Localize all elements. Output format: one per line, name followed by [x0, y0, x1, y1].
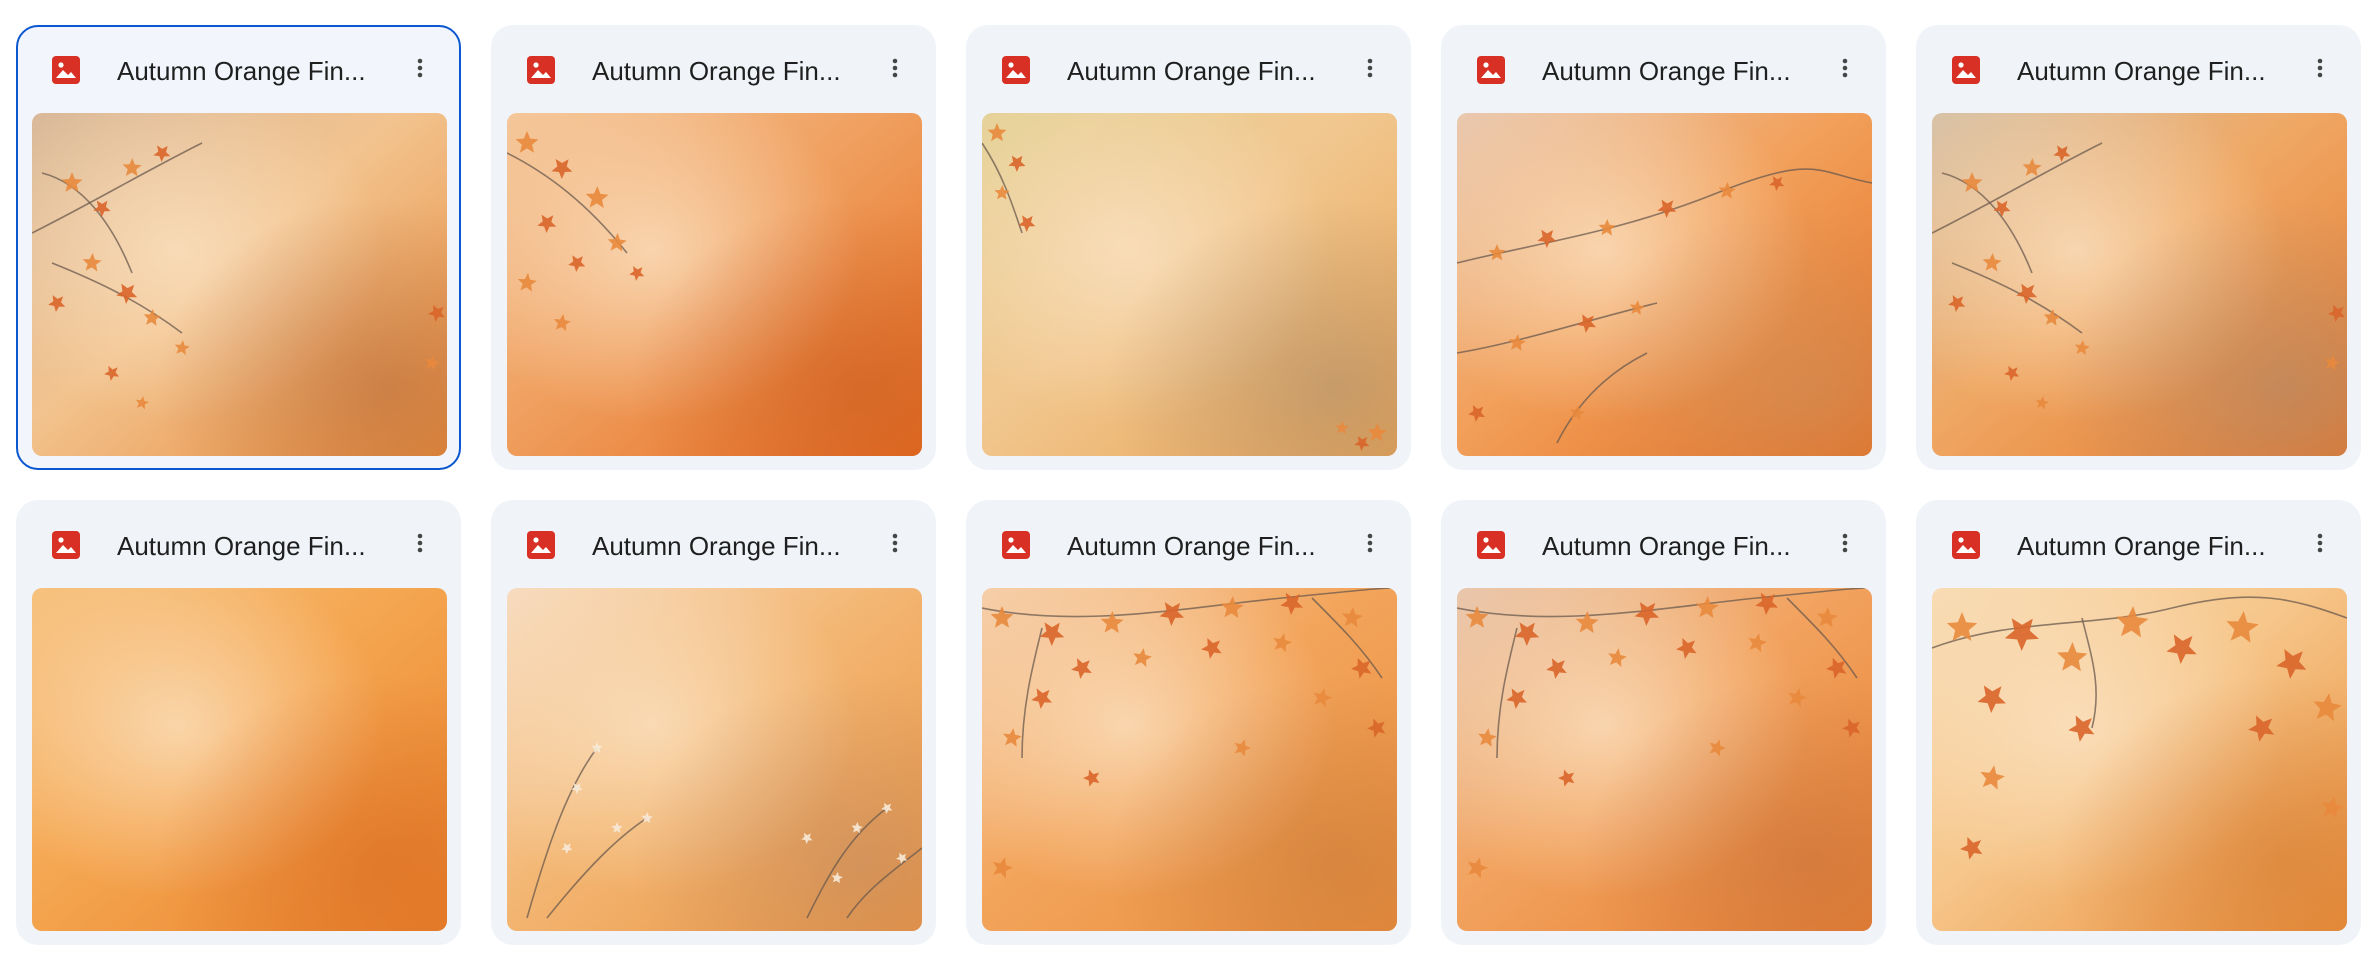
- more-vert-icon: [408, 56, 432, 85]
- more-vert-icon: [1358, 531, 1382, 560]
- more-actions-button[interactable]: [1822, 522, 1868, 568]
- file-thumbnail[interactable]: [507, 588, 922, 931]
- file-thumbnail[interactable]: [507, 113, 922, 456]
- file-thumbnail[interactable]: [1932, 113, 2347, 456]
- file-card[interactable]: Autumn Orange Fin...: [491, 500, 936, 945]
- file-card[interactable]: Autumn Orange Fin...: [1441, 25, 1886, 470]
- thumbnail-artwork: [1457, 113, 1872, 456]
- file-card[interactable]: Autumn Orange Fin...: [966, 500, 1411, 945]
- file-card-header: Autumn Orange Fin...: [18, 27, 459, 113]
- more-actions-button[interactable]: [872, 522, 918, 568]
- file-name[interactable]: Autumn Orange Fin...: [117, 55, 387, 87]
- file-card[interactable]: Autumn Orange Fin...: [16, 25, 461, 470]
- thumbnail-artwork: [32, 588, 447, 931]
- image-file-icon: [1001, 530, 1031, 560]
- more-vert-icon: [2308, 56, 2332, 85]
- thumbnail-artwork: [1932, 588, 2347, 931]
- file-thumbnail[interactable]: [982, 588, 1397, 931]
- more-actions-button[interactable]: [2297, 522, 2343, 568]
- more-vert-icon: [2308, 531, 2332, 560]
- file-card[interactable]: Autumn Orange Fin...: [1916, 500, 2361, 945]
- file-thumbnail[interactable]: [1932, 588, 2347, 931]
- thumbnail-artwork: [1932, 113, 2347, 456]
- file-card-header: Autumn Orange Fin...: [1443, 502, 1884, 588]
- thumbnail-artwork: [982, 113, 1397, 456]
- image-file-icon: [1951, 530, 1981, 560]
- thumbnail-artwork: [507, 113, 922, 456]
- file-card-header: Autumn Orange Fin...: [1443, 27, 1884, 113]
- image-file-icon: [1951, 55, 1981, 85]
- image-file-icon: [526, 530, 556, 560]
- file-card-header: Autumn Orange Fin...: [18, 502, 459, 588]
- more-actions-button[interactable]: [397, 47, 443, 93]
- file-card[interactable]: Autumn Orange Fin...: [491, 25, 936, 470]
- more-actions-button[interactable]: [1822, 47, 1868, 93]
- file-name[interactable]: Autumn Orange Fin...: [592, 55, 862, 87]
- file-thumbnail[interactable]: [32, 588, 447, 931]
- file-name[interactable]: Autumn Orange Fin...: [1542, 55, 1812, 87]
- image-file-icon: [51, 55, 81, 85]
- file-card-header: Autumn Orange Fin...: [1918, 27, 2359, 113]
- image-file-icon: [51, 530, 81, 560]
- file-name[interactable]: Autumn Orange Fin...: [1067, 55, 1337, 87]
- more-vert-icon: [883, 531, 907, 560]
- file-name[interactable]: Autumn Orange Fin...: [592, 530, 862, 562]
- image-file-icon: [1476, 530, 1506, 560]
- image-file-icon: [526, 55, 556, 85]
- file-card-header: Autumn Orange Fin...: [968, 502, 1409, 588]
- more-vert-icon: [1833, 56, 1857, 85]
- more-vert-icon: [883, 56, 907, 85]
- file-card-header: Autumn Orange Fin...: [493, 27, 934, 113]
- file-thumbnail[interactable]: [1457, 113, 1872, 456]
- file-grid: Autumn Orange Fin... Autumn Orange Fin...…: [16, 25, 2361, 945]
- file-name[interactable]: Autumn Orange Fin...: [1067, 530, 1337, 562]
- thumbnail-artwork: [507, 588, 922, 931]
- file-card[interactable]: Autumn Orange Fin...: [966, 25, 1411, 470]
- file-card-header: Autumn Orange Fin...: [1918, 502, 2359, 588]
- file-card[interactable]: Autumn Orange Fin...: [1441, 500, 1886, 945]
- file-card-header: Autumn Orange Fin...: [493, 502, 934, 588]
- thumbnail-artwork: [1457, 588, 1872, 931]
- file-name[interactable]: Autumn Orange Fin...: [2017, 530, 2287, 562]
- file-card-header: Autumn Orange Fin...: [968, 27, 1409, 113]
- file-card[interactable]: Autumn Orange Fin...: [16, 500, 461, 945]
- more-actions-button[interactable]: [1347, 47, 1393, 93]
- file-card[interactable]: Autumn Orange Fin...: [1916, 25, 2361, 470]
- more-actions-button[interactable]: [397, 522, 443, 568]
- more-actions-button[interactable]: [2297, 47, 2343, 93]
- thumbnail-artwork: [32, 113, 447, 456]
- more-vert-icon: [1358, 56, 1382, 85]
- thumbnail-artwork: [982, 588, 1397, 931]
- file-name[interactable]: Autumn Orange Fin...: [1542, 530, 1812, 562]
- more-actions-button[interactable]: [872, 47, 918, 93]
- more-vert-icon: [1833, 531, 1857, 560]
- image-file-icon: [1001, 55, 1031, 85]
- file-name[interactable]: Autumn Orange Fin...: [2017, 55, 2287, 87]
- file-thumbnail[interactable]: [1457, 588, 1872, 931]
- more-actions-button[interactable]: [1347, 522, 1393, 568]
- file-thumbnail[interactable]: [982, 113, 1397, 456]
- image-file-icon: [1476, 55, 1506, 85]
- more-vert-icon: [408, 531, 432, 560]
- file-name[interactable]: Autumn Orange Fin...: [117, 530, 387, 562]
- file-thumbnail[interactable]: [32, 113, 447, 456]
